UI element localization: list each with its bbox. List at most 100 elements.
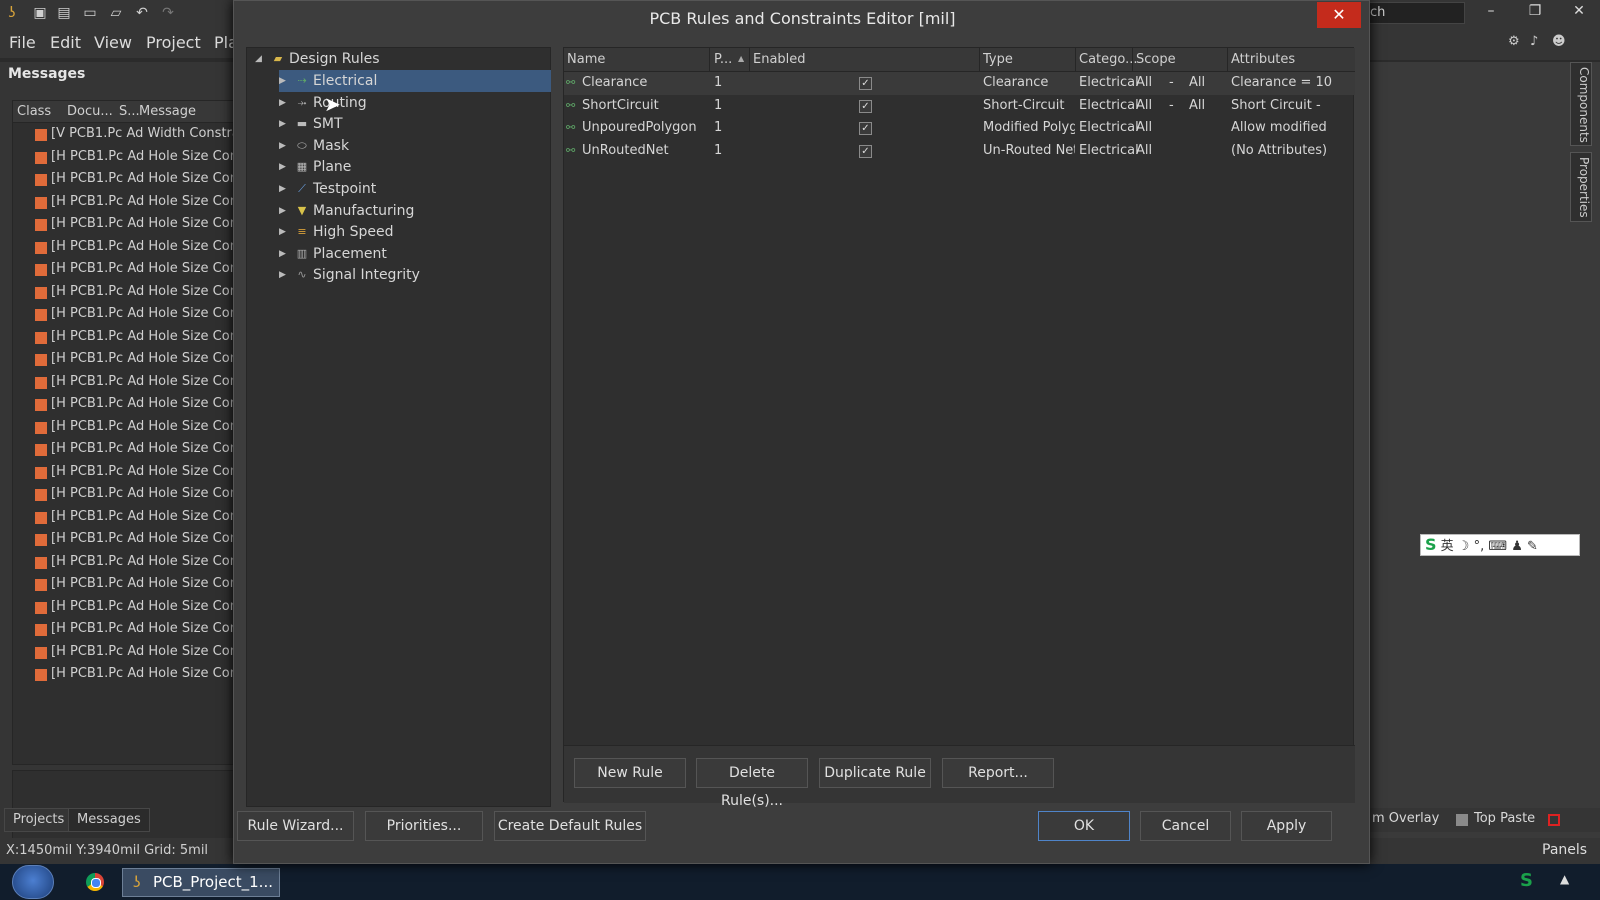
expand-icon[interactable]: ▶ — [279, 92, 291, 114]
start-button[interactable] — [12, 865, 54, 899]
message-row[interactable]: [H PCB1.Pc Ad Hole Size Cons — [13, 349, 236, 372]
ime-toolbar[interactable]: S 英 ☽ °, ⌨ ♟ ✎ — [1420, 534, 1580, 556]
col-priority[interactable]: P... — [714, 52, 732, 67]
redo-icon[interactable]: ↷ — [160, 5, 176, 21]
menu-view[interactable]: View — [94, 33, 132, 52]
message-row[interactable]: [H PCB1.Pc Ad Hole Size Cons — [13, 169, 236, 192]
open-project-icon[interactable]: ▱ — [108, 5, 124, 21]
message-row[interactable]: [H PCB1.Pc Ad Hole Size Cons — [13, 237, 236, 260]
message-row[interactable]: [H PCB1.Pc Ad Hole Size Cons — [13, 574, 236, 597]
rule-row[interactable]: ⚯ ShortCircuit 1 ✓ Short-Circuit Electrical Al… — [564, 95, 1355, 118]
tray-sogou-icon[interactable]: S — [1520, 870, 1533, 891]
col-message[interactable]: Message — [139, 104, 196, 119]
tree-root[interactable]: ◢ ▰ Design Rules — [255, 48, 545, 70]
tree-item-testpoint[interactable]: ▶ ⟋ Testpoint — [279, 178, 551, 200]
message-row[interactable]: [H PCB1.Pc Ad Hole Size Cons — [13, 619, 236, 642]
tree-item-signal-integrity[interactable]: ▶ ∿ Signal Integrity — [279, 264, 551, 286]
tree-item-routing[interactable]: ▶ ⤞ Routing — [279, 92, 551, 114]
tab-messages[interactable]: Messages — [68, 808, 150, 832]
col-source[interactable]: S... — [119, 104, 140, 119]
message-row[interactable]: [H PCB1.Pc Ad Hole Size Cons — [13, 597, 236, 620]
search-input[interactable]: ch — [1365, 2, 1465, 24]
expand-icon[interactable]: ▶ — [279, 264, 291, 286]
menu-file[interactable]: File — [9, 33, 36, 52]
tree-item-placement[interactable]: ▶ ▥ Placement — [279, 243, 551, 265]
layer-overlay[interactable]: m Overlay — [1372, 811, 1439, 826]
tab-properties[interactable]: Properties — [1570, 152, 1592, 222]
tree-item-high-speed[interactable]: ▶ ≡ High Speed — [279, 221, 551, 243]
undo-icon[interactable]: ↶ — [134, 5, 150, 21]
expand-icon[interactable]: ▶ — [279, 135, 291, 157]
enabled-checkbox[interactable]: ✓ — [859, 99, 872, 113]
panels-button[interactable]: Panels — [1542, 842, 1587, 858]
create-default-rules-button[interactable]: Create Default Rules — [494, 811, 646, 841]
tree-item-manufacturing[interactable]: ▶ ▼ Manufacturing — [279, 200, 551, 222]
tree-item-plane[interactable]: ▶ ▦ Plane — [279, 156, 551, 178]
message-row[interactable]: [H PCB1.Pc Ad Hole Size Cons — [13, 147, 236, 170]
expand-icon[interactable]: ▶ — [279, 243, 291, 265]
restore-icon[interactable]: ❐ — [1520, 3, 1550, 19]
message-row[interactable]: [H PCB1.Pc Ad Hole Size Cons — [13, 552, 236, 575]
collapse-icon[interactable]: ◢ — [255, 48, 267, 70]
layer-top-paste[interactable]: Top Paste — [1474, 811, 1535, 826]
expand-icon[interactable]: ▶ — [279, 200, 291, 222]
tree-item-smt[interactable]: ▶ ▬ SMT — [279, 113, 551, 135]
open-icon[interactable]: ▭ — [82, 5, 98, 21]
user-icon[interactable]: ☻ — [1552, 34, 1566, 49]
message-row[interactable]: [H PCB1.Pc Ad Hole Size Cons — [13, 214, 236, 237]
cancel-button[interactable]: Cancel — [1140, 811, 1231, 841]
gear-icon[interactable]: ⚙ — [1508, 34, 1520, 49]
report-button[interactable]: Report... — [942, 758, 1054, 788]
message-row[interactable]: [H PCB1.Pc Ad Hole Size Cons — [13, 529, 236, 552]
enabled-checkbox[interactable]: ✓ — [859, 144, 872, 158]
expand-icon[interactable]: ▶ — [279, 178, 291, 200]
save-icon[interactable]: ▣ — [32, 5, 48, 21]
message-row[interactable]: [H PCB1.Pc Ad Hole Size Cons — [13, 462, 236, 485]
tab-projects[interactable]: Projects — [4, 808, 74, 832]
col-type[interactable]: Type — [983, 52, 1013, 67]
message-row[interactable]: [H PCB1.Pc Ad Hole Size Cons — [13, 642, 236, 665]
rule-row[interactable]: ⚯ UnRoutedNet 1 ✓ Un-Routed Net Electrical All… — [564, 140, 1355, 163]
enabled-checkbox[interactable]: ✓ — [859, 77, 872, 90]
message-row[interactable]: [H PCB1.Pc Ad Hole Size Cons — [13, 664, 236, 687]
menu-edit[interactable]: Edit — [50, 33, 81, 52]
message-row[interactable]: [H PCB1.Pc Ad Hole Size Cons — [13, 259, 236, 282]
message-row[interactable]: [H PCB1.Pc Ad Hole Size Cons — [13, 507, 236, 530]
rule-row[interactable]: ⚯ Clearance 1 ✓ Clearance Electrical All - All Cl… — [564, 72, 1355, 95]
minimize-icon[interactable]: – — [1476, 3, 1506, 19]
expand-icon[interactable]: ▶ — [279, 156, 291, 178]
duplicate-rule-button[interactable]: Duplicate Rule — [819, 758, 931, 788]
message-row[interactable]: [H PCB1.Pc Ad Hole Size Cons — [13, 394, 236, 417]
save-all-icon[interactable]: ▤ — [56, 5, 72, 21]
messages-list[interactable]: Class Docu... S... Message [V PCB1.Pc Ad… — [12, 100, 236, 765]
priorities-button[interactable]: Priorities... — [365, 811, 483, 841]
bell-icon[interactable]: ♪ — [1530, 34, 1538, 49]
close-icon[interactable]: ✕ — [1317, 2, 1361, 28]
new-rule-button[interactable]: New Rule — [574, 758, 686, 788]
col-name[interactable]: Name — [567, 52, 605, 67]
expand-icon[interactable]: ▶ — [279, 113, 291, 135]
delete-rules-button[interactable]: Delete Rule(s)... — [696, 758, 808, 809]
message-row[interactable]: [V PCB1.Pc Ad Width Constra — [13, 124, 236, 147]
rule-row[interactable]: ⚯ UnpouredPolygon 1 ✓ Modified Polyg Electric… — [564, 117, 1355, 140]
message-row[interactable]: [H PCB1.Pc Ad Hole Size Cons — [13, 439, 236, 462]
tray-expand-icon[interactable]: ▲ — [1560, 872, 1569, 886]
message-row[interactable]: [H PCB1.Pc Ad Hole Size Cons — [13, 484, 236, 507]
col-scope[interactable]: Scope — [1136, 52, 1176, 67]
close-window-icon[interactable]: ✕ — [1564, 3, 1594, 19]
message-row[interactable]: [H PCB1.Pc Ad Hole Size Cons — [13, 327, 236, 350]
tree-item-electrical[interactable]: ▶ ⇢ Electrical — [279, 70, 551, 92]
tab-components[interactable]: Components — [1570, 62, 1592, 146]
message-row[interactable]: [H PCB1.Pc Ad Hole Size Cons — [13, 282, 236, 305]
col-class[interactable]: Class — [17, 104, 51, 119]
apply-button[interactable]: Apply — [1241, 811, 1332, 841]
tree-item-mask[interactable]: ▶ ⬭ Mask — [279, 135, 551, 157]
chrome-icon[interactable] — [86, 873, 104, 891]
col-enabled[interactable]: Enabled — [753, 52, 806, 67]
message-row[interactable]: [H PCB1.Pc Ad Hole Size Cons — [13, 192, 236, 215]
menu-project[interactable]: Project — [146, 33, 201, 52]
taskbar-app-button[interactable]: ʖ PCB_Project_1... — [122, 868, 280, 897]
message-row[interactable]: [H PCB1.Pc Ad Hole Size Cons — [13, 372, 236, 395]
message-row[interactable]: [H PCB1.Pc Ad Hole Size Cons — [13, 417, 236, 440]
col-document[interactable]: Docu... — [67, 104, 113, 119]
